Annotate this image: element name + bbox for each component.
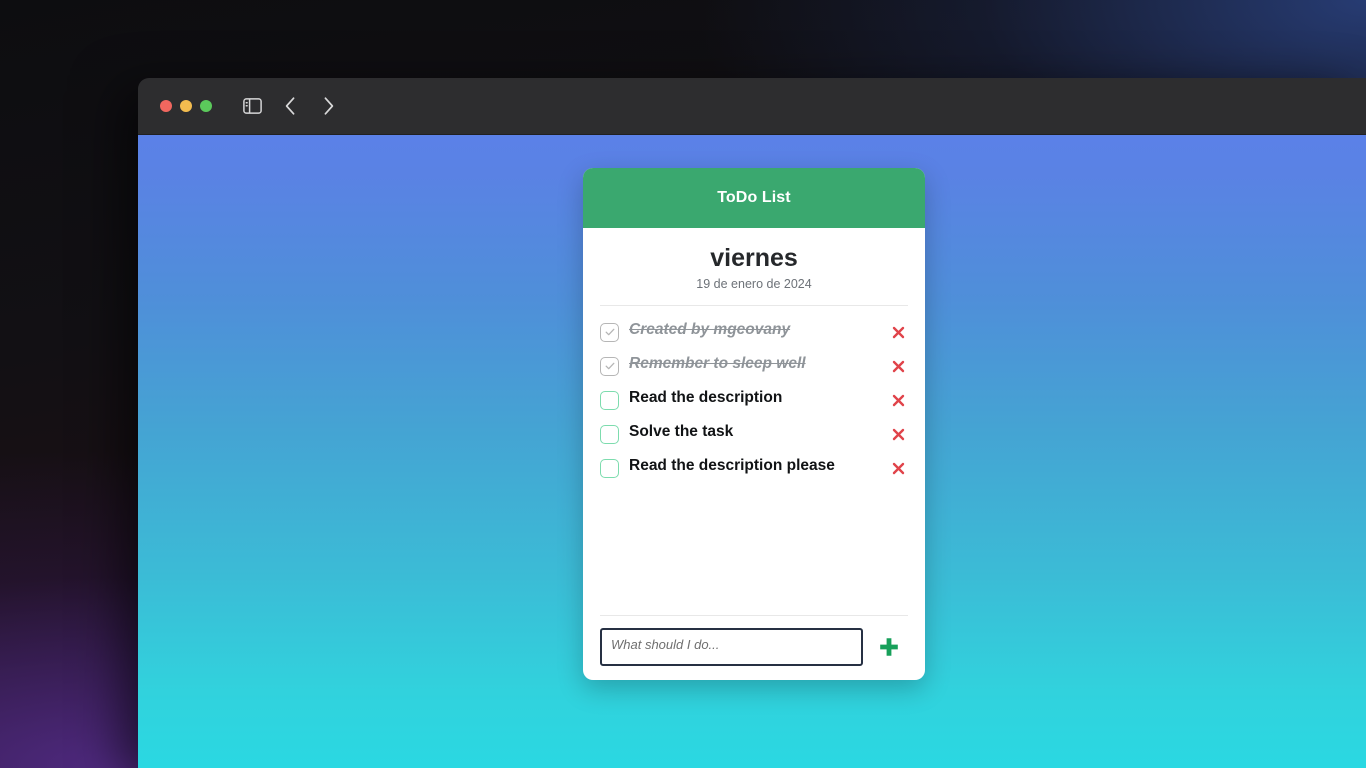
footer-divider — [600, 615, 908, 616]
add-task-button[interactable] — [870, 628, 908, 666]
task-list: Created by mgeovany Remember to sleep wel… — [583, 306, 925, 616]
delete-task-button[interactable] — [888, 425, 908, 445]
desktop-wallpaper: ToDo List viernes 19 de enero de 2024 Cr… — [0, 0, 1366, 768]
card-footer — [583, 615, 925, 680]
plus-icon — [880, 638, 898, 656]
navigation-controls — [237, 92, 343, 120]
close-icon — [892, 462, 904, 475]
task-label: Solve the task — [629, 422, 734, 440]
delete-task-button[interactable] — [888, 391, 908, 411]
day-name: viernes — [710, 244, 798, 272]
app-title: ToDo List — [717, 189, 791, 206]
chevron-right-icon — [324, 97, 333, 115]
new-task-row — [600, 628, 908, 666]
delete-task-button[interactable] — [888, 323, 908, 343]
new-task-input[interactable] — [600, 628, 863, 666]
task-label: Remember to sleep well — [629, 354, 806, 372]
full-date: 19 de enero de 2024 — [696, 276, 812, 291]
task-checkbox-checked[interactable] — [600, 356, 619, 376]
close-icon — [892, 394, 904, 407]
date-block: viernes 19 de enero de 2024 — [583, 228, 925, 305]
back-button[interactable] — [275, 92, 305, 120]
card-header: ToDo List — [583, 168, 925, 228]
sidebar-icon — [242, 98, 262, 114]
task-row: Created by mgeovany — [600, 315, 908, 349]
todo-card: ToDo List viernes 19 de enero de 2024 Cr… — [583, 168, 925, 680]
task-checkbox-checked[interactable] — [600, 322, 619, 342]
close-window-button[interactable] — [160, 100, 172, 112]
task-checkbox[interactable] — [600, 458, 619, 478]
task-row: Remember to sleep well — [600, 349, 908, 383]
sidebar-toggle-button[interactable] — [237, 92, 267, 120]
close-icon — [892, 326, 904, 339]
forward-button[interactable] — [313, 92, 343, 120]
delete-task-button[interactable] — [888, 357, 908, 377]
minimize-window-button[interactable] — [180, 100, 192, 112]
delete-task-button[interactable] — [888, 459, 908, 479]
browser-toolbar — [138, 78, 1366, 135]
task-row: Solve the task — [600, 417, 908, 451]
maximize-window-button[interactable] — [200, 100, 212, 112]
close-icon — [892, 428, 904, 441]
task-checkbox[interactable] — [600, 424, 619, 444]
browser-window: ToDo List viernes 19 de enero de 2024 Cr… — [138, 78, 1366, 768]
page-viewport: ToDo List viernes 19 de enero de 2024 Cr… — [138, 135, 1366, 768]
check-icon — [605, 328, 614, 336]
task-label: Read the description please — [629, 456, 835, 474]
chevron-left-icon — [285, 97, 294, 115]
task-label: Read the description — [629, 388, 783, 406]
task-row: Read the description please — [600, 451, 908, 485]
close-icon — [892, 360, 904, 373]
check-icon — [605, 362, 614, 370]
task-label: Created by mgeovany — [629, 320, 791, 338]
task-row: Read the description — [600, 383, 908, 417]
window-controls — [160, 100, 212, 112]
task-checkbox[interactable] — [600, 390, 619, 410]
